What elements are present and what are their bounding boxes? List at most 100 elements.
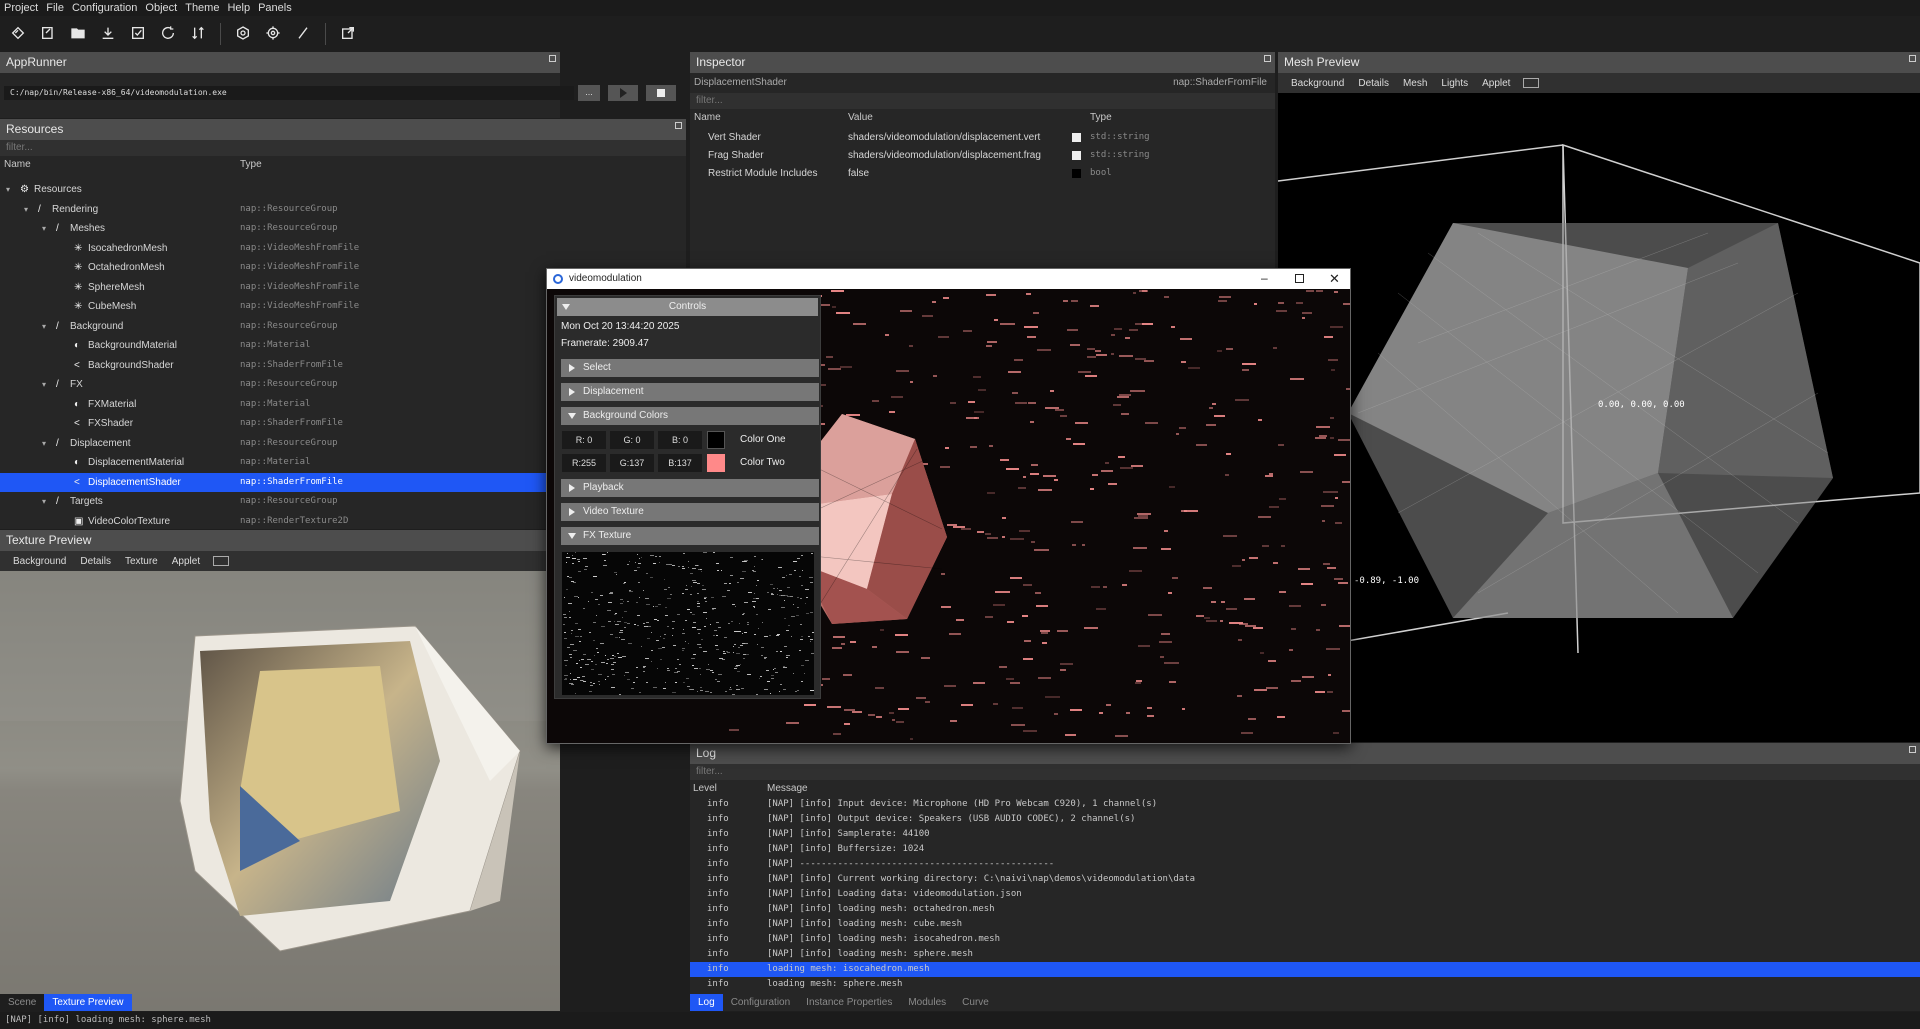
- log-filter-input[interactable]: filter...: [690, 764, 1920, 780]
- panel-close-icon[interactable]: [675, 122, 682, 129]
- log-tab-log[interactable]: Log: [690, 994, 723, 1011]
- log-row[interactable]: info [NAP] [info] Current working directo…: [690, 872, 1920, 887]
- inspector-row[interactable]: Vert Shader shaders/videomodulation/displ…: [690, 128, 1275, 147]
- log-row[interactable]: info [NAP] [info] Output device: Speakers…: [690, 812, 1920, 827]
- property-value[interactable]: shaders/videomodulation/displacement.fra…: [848, 146, 1041, 165]
- panel-close-icon[interactable]: [1264, 55, 1271, 62]
- inspector-row[interactable]: Frag Shader shaders/videomodulation/displ…: [690, 146, 1275, 165]
- controls-section-displacement[interactable]: Displacement: [561, 383, 819, 401]
- log-row[interactable]: info loading mesh: sphere.mesh: [690, 977, 1920, 992]
- mesh-preview-tab-mesh[interactable]: Mesh: [1396, 78, 1434, 89]
- expand-arrow-icon[interactable]: ▾: [42, 434, 46, 453]
- menu-panels[interactable]: Panels: [254, 0, 296, 16]
- menu-project[interactable]: Project: [0, 0, 42, 16]
- close-icon[interactable]: ✕: [1329, 269, 1340, 288]
- expand-arrow-icon[interactable]: ▾: [42, 317, 46, 336]
- inspector-filter-input[interactable]: filter...: [690, 93, 1275, 109]
- log-row[interactable]: info [NAP] [info] loading mesh: isocahedr…: [690, 932, 1920, 947]
- mesh-preview-tab-lights[interactable]: Lights: [1434, 78, 1475, 89]
- color-one-r-field[interactable]: R: 0: [562, 431, 606, 449]
- color-two-g-field[interactable]: G:137: [610, 454, 654, 472]
- logo-button[interactable]: [6, 22, 30, 46]
- menu-file[interactable]: File: [42, 0, 68, 16]
- browse-button[interactable]: ...: [578, 85, 600, 101]
- run-button[interactable]: [608, 85, 638, 101]
- log-row[interactable]: info [NAP] [info] Input device: Microphon…: [690, 797, 1920, 812]
- property-value[interactable]: false: [848, 164, 869, 183]
- resource-row[interactable]: ▾ ⚙ Resources: [0, 180, 686, 199]
- mesh-preview-tab-background[interactable]: Background: [1284, 78, 1351, 89]
- color-two-r-field[interactable]: R:255: [562, 454, 606, 472]
- controls-section-select[interactable]: Select: [561, 359, 819, 377]
- resources-filter-input[interactable]: filter...: [0, 140, 686, 156]
- menu-object[interactable]: Object: [141, 0, 181, 16]
- log-row[interactable]: info loading mesh: isocahedron.mesh: [690, 962, 1920, 977]
- log-row[interactable]: info [NAP] [info] Loading data: videomodu…: [690, 887, 1920, 902]
- log-row[interactable]: info [NAP] ------------------------------…: [690, 857, 1920, 872]
- new-file-button[interactable]: [36, 22, 60, 46]
- log-tab-curve[interactable]: Curve: [954, 994, 997, 1011]
- menu-theme[interactable]: Theme: [181, 0, 223, 16]
- color-two-b-field[interactable]: B:137: [658, 454, 702, 472]
- resource-row[interactable]: ▾ / Meshes nap::ResourceGroup: [0, 219, 686, 238]
- log-tab-configuration[interactable]: Configuration: [723, 994, 798, 1011]
- texture-preview-tab-texture[interactable]: Texture: [118, 556, 165, 567]
- menu-help[interactable]: Help: [223, 0, 254, 16]
- maximize-icon[interactable]: [1295, 274, 1304, 283]
- open-folder-button[interactable]: [66, 22, 90, 46]
- texture-preview-tab-details[interactable]: Details: [73, 556, 118, 567]
- app-path-field[interactable]: C:/nap/bin/Release-x86_64/videomodulatio…: [4, 86, 574, 100]
- controls-section-background-colors[interactable]: Background Colors: [561, 407, 819, 425]
- resource-row[interactable]: ✳ IsocahedronMesh nap::VideoMeshFromFile: [0, 239, 686, 258]
- mesh-preview-tab-details[interactable]: Details: [1351, 78, 1396, 89]
- download-button[interactable]: [96, 22, 120, 46]
- inspector-row[interactable]: Restrict Module Includes false bool: [690, 164, 1275, 183]
- service-config-button[interactable]: [261, 22, 285, 46]
- log-tab-instance-properties[interactable]: Instance Properties: [798, 994, 900, 1011]
- color-one-g-field[interactable]: G: 0: [610, 431, 654, 449]
- minimize-icon[interactable]: –: [1261, 269, 1268, 287]
- applet-checkbox[interactable]: [1523, 78, 1540, 88]
- color-two-swatch[interactable]: [707, 454, 725, 472]
- expand-arrow-icon[interactable]: ▾: [42, 492, 46, 511]
- sort-button[interactable]: [186, 22, 210, 46]
- panel-close-icon[interactable]: [549, 55, 556, 62]
- applet-checkbox[interactable]: [213, 556, 230, 566]
- stop-button[interactable]: [646, 85, 676, 101]
- texture-preview-tab-background[interactable]: Background: [6, 556, 73, 567]
- controls-section-video-texture[interactable]: Video Texture: [561, 503, 819, 521]
- log-row[interactable]: info [NAP] [info] Samplerate: 44100: [690, 827, 1920, 842]
- texture-preview-viewport[interactable]: [0, 571, 560, 1011]
- panel-close-icon[interactable]: [1909, 746, 1916, 753]
- menu-configuration[interactable]: Configuration: [68, 0, 141, 16]
- color-one-swatch[interactable]: [707, 431, 725, 449]
- controls-titlebar[interactable]: Controls: [557, 298, 818, 316]
- expand-arrow-icon[interactable]: ▾: [24, 200, 28, 219]
- collapse-icon[interactable]: [562, 304, 570, 310]
- left-tab-scene[interactable]: Scene: [0, 994, 44, 1011]
- log-row[interactable]: info [NAP] [info] Buffersize: 1024: [690, 842, 1920, 857]
- mesh-preview-viewport[interactable]: 0.00, 0.00, 0.00 -0.89, -1.00: [1278, 93, 1920, 742]
- controls-section-fx-texture[interactable]: FX Texture: [561, 527, 819, 545]
- log-tab-modules[interactable]: Modules: [900, 994, 954, 1011]
- controls-section-playback[interactable]: Playback: [561, 479, 819, 497]
- external-open-button[interactable]: [336, 22, 360, 46]
- reload-button[interactable]: [156, 22, 180, 46]
- texture-preview-tab-applet[interactable]: Applet: [165, 556, 207, 567]
- checklist-button[interactable]: [126, 22, 150, 46]
- color-one-b-field[interactable]: B: 0: [658, 431, 702, 449]
- mesh-preview-tab-applet[interactable]: Applet: [1475, 78, 1517, 89]
- log-row[interactable]: info [NAP] [info] loading mesh: cube.mesh: [690, 917, 1920, 932]
- log-row[interactable]: info [NAP] [info] loading mesh: sphere.me…: [690, 947, 1920, 962]
- expand-arrow-icon[interactable]: ▾: [6, 180, 10, 199]
- left-tab-texture-preview[interactable]: Texture Preview: [44, 994, 132, 1011]
- controls-datetime: Mon Oct 20 13:44:20 2025: [561, 321, 680, 332]
- expand-arrow-icon[interactable]: ▾: [42, 375, 46, 394]
- expand-arrow-icon[interactable]: ▾: [42, 219, 46, 238]
- slash-button[interactable]: [291, 22, 315, 46]
- property-value[interactable]: shaders/videomodulation/displacement.ver…: [848, 128, 1040, 147]
- log-row[interactable]: info [NAP] [info] loading mesh: octahedro…: [690, 902, 1920, 917]
- settings-button[interactable]: [231, 22, 255, 46]
- panel-close-icon[interactable]: [1909, 55, 1916, 62]
- resource-row[interactable]: ▾ / Rendering nap::ResourceGroup: [0, 200, 686, 219]
